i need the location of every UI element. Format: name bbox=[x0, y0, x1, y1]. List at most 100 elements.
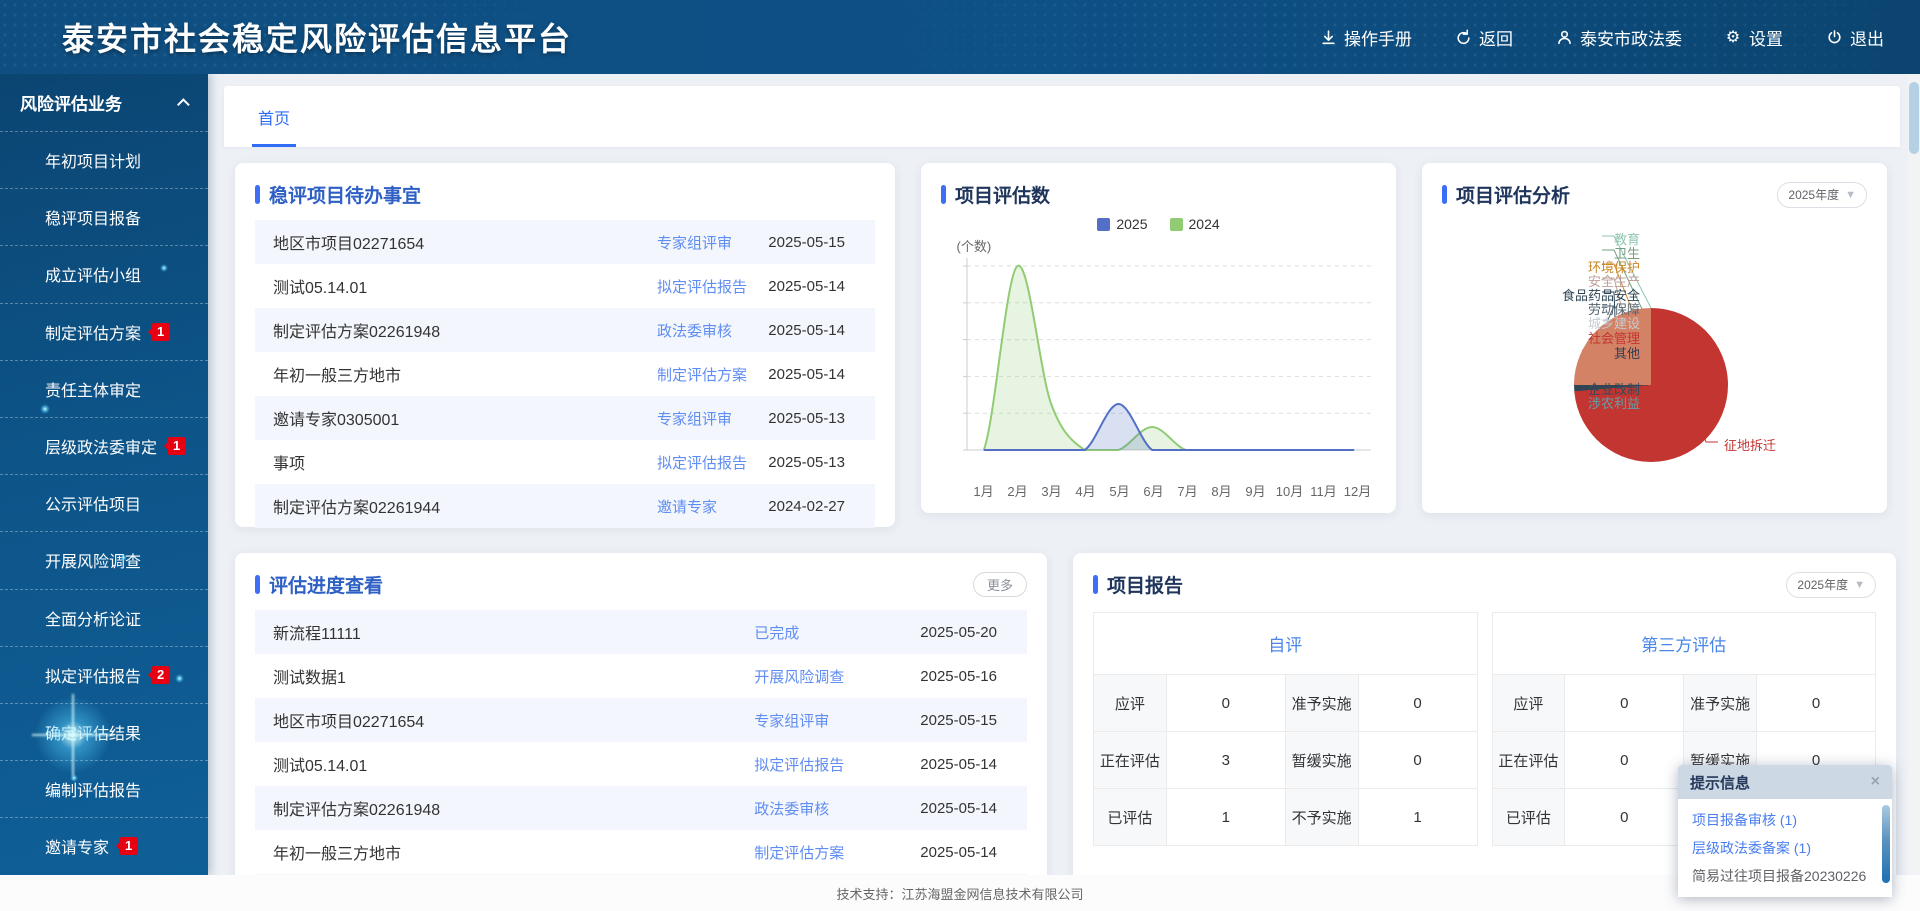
legend-swatch bbox=[1097, 218, 1110, 231]
sidebar-item[interactable]: 开展风险调查 bbox=[0, 531, 208, 588]
year-filter-select[interactable]: 2025年度 ▼ bbox=[1786, 572, 1876, 598]
project-count-card: 项目评估数 20252024 (个数) 1月2月3月4月5月6月7月8月9月10… bbox=[921, 163, 1396, 513]
scrollbar-thumb[interactable] bbox=[1909, 82, 1919, 154]
y-axis-unit-label: (个数) bbox=[957, 236, 1375, 254]
report-table-title: 自评 bbox=[1094, 613, 1478, 675]
date-value: 2025-05-20 bbox=[903, 624, 1025, 641]
close-icon[interactable]: × bbox=[1871, 773, 1880, 791]
tab-bar: 首页 bbox=[224, 86, 1900, 147]
sidebar-item[interactable]: 全面分析论证 bbox=[0, 589, 208, 646]
header-link[interactable]: 退出 bbox=[1825, 25, 1884, 50]
list-item: 年初一般三方地市制定评估方案2025-05-14 bbox=[255, 830, 1027, 874]
x-axis-tick: 12月 bbox=[1341, 481, 1375, 500]
status-link[interactable]: 专家组评审 bbox=[657, 408, 751, 429]
status-link[interactable]: 已完成 bbox=[754, 622, 903, 643]
page-footer: 技术支持：江苏海盟金网信息技术有限公司 bbox=[0, 875, 1920, 911]
project-name: 制定评估方案02261944 bbox=[273, 494, 657, 518]
status-link[interactable]: 政法委审核 bbox=[657, 320, 751, 341]
chevron-down-icon: ▼ bbox=[1854, 579, 1865, 591]
project-name: 年初一般三方地市 bbox=[273, 840, 754, 864]
line-chart-svg bbox=[943, 254, 1375, 476]
notification-toast: 提示信息 × 项目报备审核 (1)层级政法委备案 (1)简易过往项目报备2023… bbox=[1678, 765, 1892, 897]
legend-item[interactable]: 2025 bbox=[1097, 216, 1147, 232]
sidebar-item[interactable]: 拟定评估报告2 bbox=[0, 646, 208, 703]
date-value: 2025-05-13 bbox=[751, 410, 873, 427]
x-axis-tick: 4月 bbox=[1069, 481, 1103, 500]
status-link[interactable]: 制定评估方案 bbox=[657, 364, 751, 385]
legend-item[interactable]: 2024 bbox=[1170, 216, 1220, 232]
footer-text: 技术支持：江苏海盟金网信息技术有限公司 bbox=[836, 884, 1083, 903]
list-item: 测试05.14.01拟定评估报告2025-05-14 bbox=[255, 264, 875, 308]
date-value: 2025-05-13 bbox=[751, 454, 873, 471]
gear-icon: ⚙ bbox=[1724, 28, 1742, 46]
sidebar-item[interactable]: 稳评项目报备 bbox=[0, 188, 208, 245]
date-value: 2025-05-16 bbox=[903, 668, 1025, 685]
table-row: 应评0 准予实施0 bbox=[1094, 675, 1478, 732]
header-link[interactable]: 返回 bbox=[1454, 25, 1513, 50]
todo-list: 地区市项目02271654专家组评审2025-05-15测试05.14.01拟定… bbox=[255, 220, 875, 528]
sidebar-item[interactable]: 公示评估项目 bbox=[0, 474, 208, 531]
pie-chart: 教育卫生环境保护安全生产食品药品安全劳动保障城乡建设社会管理其他城市规划企业改制… bbox=[1422, 213, 1887, 513]
progress-card: 评估进度查看 更多 新流程11111已完成2025-05-20测试数据1开展风险… bbox=[235, 553, 1047, 875]
sidebar-item[interactable]: 责任主体审定 bbox=[0, 360, 208, 417]
user-icon bbox=[1555, 28, 1573, 46]
sidebar-item[interactable]: 制定评估方案1 bbox=[0, 303, 208, 360]
list-item: 地区市项目02271654专家组评审2025-05-15 bbox=[255, 220, 875, 264]
list-item: 制定评估方案02261944邀请专家2024-02-27 bbox=[255, 484, 875, 528]
list-item: 制定评估方案02261948政法委审核2025-05-14 bbox=[255, 786, 1027, 830]
x-axis-tick: 7月 bbox=[1171, 481, 1205, 500]
list-item: 年初一般三方地市制定评估方案2025-05-14 bbox=[255, 352, 875, 396]
status-link[interactable]: 制定评估方案 bbox=[754, 842, 903, 863]
toast-link[interactable]: 层级政法委备案 (1) bbox=[1692, 834, 1878, 862]
more-button[interactable]: 更多 bbox=[973, 572, 1027, 597]
sidebar-item[interactable]: 编制评估报告 bbox=[0, 760, 208, 817]
date-value: 2025-05-14 bbox=[751, 322, 873, 339]
toast-header: 提示信息 × bbox=[1678, 765, 1892, 799]
sidebar-item[interactable]: 成立评估小组 bbox=[0, 245, 208, 302]
sidebar-section-header[interactable]: 风险评估业务 bbox=[0, 74, 208, 131]
download-icon bbox=[1319, 28, 1337, 46]
status-link[interactable]: 开展风险调查 bbox=[754, 666, 903, 687]
date-value: 2025-05-15 bbox=[903, 712, 1025, 729]
year-filter-select[interactable]: 2025年度 ▼ bbox=[1777, 182, 1867, 208]
project-name: 测试05.14.01 bbox=[273, 274, 657, 298]
header-link[interactable]: ⚙设置 bbox=[1724, 25, 1783, 50]
tab-home[interactable]: 首页 bbox=[252, 105, 296, 147]
project-name: 事项 bbox=[273, 450, 657, 474]
analysis-card-title: 项目评估分析 bbox=[1442, 181, 1570, 208]
status-link[interactable]: 拟定评估报告 bbox=[657, 452, 751, 473]
header-link[interactable]: 操作手册 bbox=[1319, 25, 1412, 50]
x-axis-tick: 6月 bbox=[1137, 481, 1171, 500]
count-card-title: 项目评估数 bbox=[941, 181, 1050, 208]
year-filter-value: 2025年度 bbox=[1797, 576, 1848, 593]
x-axis-tick: 3月 bbox=[1035, 481, 1069, 500]
status-link[interactable]: 拟定评估报告 bbox=[754, 754, 903, 775]
status-link[interactable]: 政法委审核 bbox=[754, 798, 903, 819]
sidebar-item[interactable]: 确定评估结果 bbox=[0, 703, 208, 760]
legend-swatch bbox=[1170, 218, 1183, 231]
status-link[interactable]: 拟定评估报告 bbox=[657, 276, 751, 297]
notification-badge: 1 bbox=[151, 323, 170, 341]
project-name: 地区市项目02271654 bbox=[273, 708, 754, 732]
app-title: 泰安市社会稳定风险评估信息平台 bbox=[62, 14, 572, 60]
sidebar-item[interactable]: 年初项目计划 bbox=[0, 131, 208, 188]
page-scrollbar[interactable] bbox=[1908, 74, 1920, 875]
sidebar-item[interactable]: 邀请专家1 bbox=[0, 817, 208, 874]
toast-body: 项目报备审核 (1)层级政法委备案 (1)简易过往项目报备20230226 bbox=[1678, 799, 1892, 890]
project-name: 新流程11111 bbox=[273, 620, 754, 644]
date-value: 2025-05-14 bbox=[903, 844, 1025, 861]
status-link[interactable]: 专家组评审 bbox=[754, 710, 903, 731]
main-area: 首页 稳评项目待办事宜 地区市项目02271654专家组评审2025-05-15… bbox=[208, 74, 1908, 875]
year-filter-value: 2025年度 bbox=[1788, 186, 1839, 203]
status-link[interactable]: 专家组评审 bbox=[657, 232, 751, 253]
sidebar-item[interactable]: 层级政法委审定1 bbox=[0, 417, 208, 474]
dashboard-content: 稳评项目待办事宜 地区市项目02271654专家组评审2025-05-15测试0… bbox=[224, 147, 1900, 875]
toast-link[interactable]: 项目报备审核 (1) bbox=[1692, 806, 1878, 834]
app-header: 泰安市社会稳定风险评估信息平台 操作手册 返回 泰安市政法委 ⚙设置 退出 bbox=[0, 0, 1920, 74]
todo-card: 稳评项目待办事宜 地区市项目02271654专家组评审2025-05-15测试0… bbox=[235, 163, 895, 527]
sidebar-section-label: 风险评估业务 bbox=[20, 90, 122, 115]
header-link[interactable]: 泰安市政法委 bbox=[1555, 25, 1682, 50]
status-link[interactable]: 邀请专家 bbox=[657, 496, 751, 517]
project-name: 测试05.14.01 bbox=[273, 752, 754, 776]
toast-scrollbar[interactable] bbox=[1882, 805, 1890, 883]
